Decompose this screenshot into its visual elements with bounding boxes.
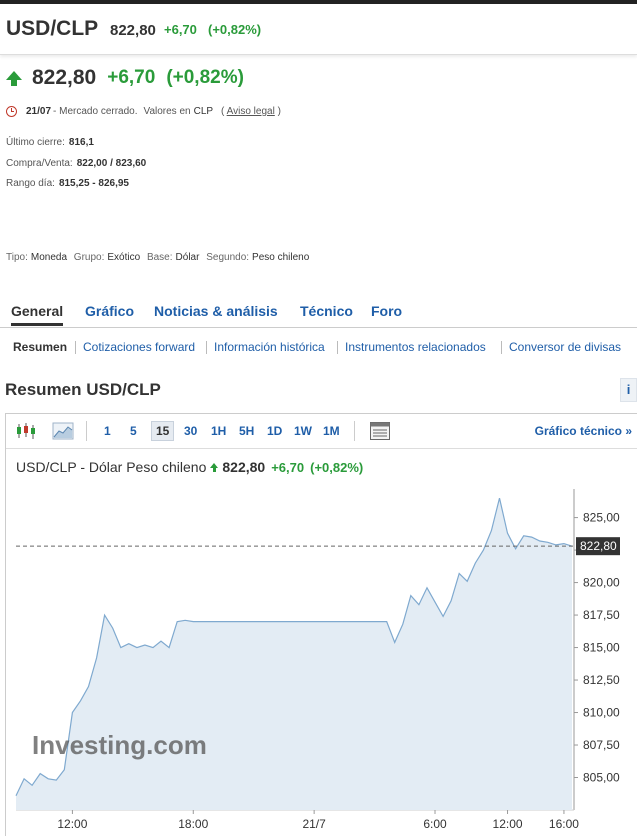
second-value: Peso chileno (252, 252, 310, 263)
subnav-divider (337, 341, 338, 354)
y-tick-label: 817,50 (583, 608, 620, 622)
chart-panel: 1 5 15 30 1H 5H 1D 1W 1M Gráfico técnico… (5, 413, 637, 836)
header-pair: USD/CLP (6, 17, 99, 40)
subnav-divider (75, 341, 76, 354)
last-close-value: 816,1 (68, 137, 94, 148)
tab-grafico[interactable]: Gráfico (85, 303, 134, 319)
legal-close: ) (277, 106, 281, 117)
bid-ask-label: Compra/Venta: (6, 157, 73, 169)
tab-general[interactable]: General (11, 303, 64, 326)
currency-note: Valores en (143, 106, 191, 117)
day-range-row: Rango día: 815,25 - 826,95 (6, 174, 146, 195)
arrow-up-icon (6, 70, 22, 86)
legal-open: ( (221, 106, 225, 117)
x-tick-label: 12:00 (57, 817, 87, 831)
status-text: - Mercado cerrado. (53, 106, 138, 117)
subnav-divider (206, 341, 207, 354)
group-label: Grupo: (73, 252, 105, 263)
subnav-divider (501, 341, 502, 354)
quote-price: 822,80 (32, 66, 97, 89)
y-tick-label: 807,50 (583, 738, 620, 752)
y-tick-label: 812,50 (583, 673, 620, 687)
clock-icon (6, 106, 17, 117)
y-tick-label: 820,00 (583, 576, 620, 590)
price-area (16, 498, 572, 810)
x-tick-label: 21/7 (302, 817, 326, 831)
base-value: Dólar (175, 252, 200, 263)
subnav-conversor-divisas[interactable]: Conversor de divisas (509, 340, 621, 354)
y-tick-label: 825,00 (583, 511, 620, 525)
price-chart[interactable]: 805,00 807,50 810,00 812,50 815,00 817,50 820,… (6, 414, 637, 836)
subnav-informacion-historica[interactable]: Información histórica (214, 340, 325, 354)
header-change-pct: (+0,82%) (208, 22, 262, 37)
quote-block: 822,80 +6,70 (+0,82%) (6, 63, 244, 93)
quote-change: +6,70 (107, 67, 156, 88)
quote-details: Último cierre: 816,1 Compra/Venta: 822,00 … (6, 133, 146, 195)
x-tick-label: 12:00 (493, 817, 523, 831)
subnav-cotizaciones-forward[interactable]: Cotizaciones forward (83, 340, 195, 354)
tab-tecnico[interactable]: Técnico (300, 303, 353, 319)
info-button[interactable]: i (620, 378, 637, 402)
y-tick-label: 810,00 (583, 706, 620, 720)
group-value: Exótico (107, 252, 141, 263)
sub-navigation: Resumen Cotizaciones forward Información… (0, 338, 637, 358)
market-status: 21/07 - Mercado cerrado. Valores en CLP … (6, 106, 281, 117)
main-tabs: General Gráfico Noticias & análisis Técn… (0, 300, 637, 328)
subnav-resumen[interactable]: Resumen (13, 340, 67, 354)
status-date: 21/07 (26, 106, 52, 117)
bid-ask-row: Compra/Venta: 822,00 / 823,60 (6, 154, 146, 175)
section-title: Resumen USD/CLP (5, 380, 161, 399)
sticky-quote-header: USD/CLP 822,80 +6,70 (+0,82%) (0, 4, 637, 55)
day-range-value: 815,25 - 826,95 (58, 178, 129, 189)
last-price-label: 822,80 (580, 539, 617, 553)
last-close-row: Último cierre: 816,1 (6, 133, 146, 154)
subnav-instrumentos-relacionados[interactable]: Instrumentos relacionados (345, 340, 486, 354)
instrument-meta: Tipo: Moneda Grupo: Exótico Base: Dólar Seg… (6, 252, 313, 263)
second-label: Segundo: (206, 252, 250, 263)
y-tick-label: 805,00 (583, 771, 620, 785)
watermark-logo: Investing.com (32, 730, 207, 760)
x-tick-label: 18:00 (178, 817, 208, 831)
type-label: Tipo: (6, 252, 28, 263)
header-price: 822,80 (110, 22, 156, 39)
last-close-label: Último cierre: (6, 137, 65, 148)
type-value: Moneda (30, 252, 68, 263)
x-tick-label: 6:00 (423, 817, 447, 831)
currency: CLP (193, 106, 214, 117)
day-range-label: Rango día: (6, 178, 55, 189)
legal-link[interactable]: Aviso legal (227, 106, 275, 117)
x-tick-label: 16:00 (549, 817, 579, 831)
tab-foro[interactable]: Foro (371, 303, 402, 319)
header-change: +6,70 (164, 22, 197, 37)
y-tick-label: 815,00 (583, 641, 620, 655)
tab-noticias[interactable]: Noticias & análisis (154, 303, 278, 319)
quote-change-pct: (+0,82%) (166, 67, 244, 88)
base-label: Base: (146, 252, 173, 263)
bid-ask-value: 822,00 / 823,60 (76, 157, 147, 169)
legal-notice: ( Aviso legal ) (221, 106, 281, 117)
